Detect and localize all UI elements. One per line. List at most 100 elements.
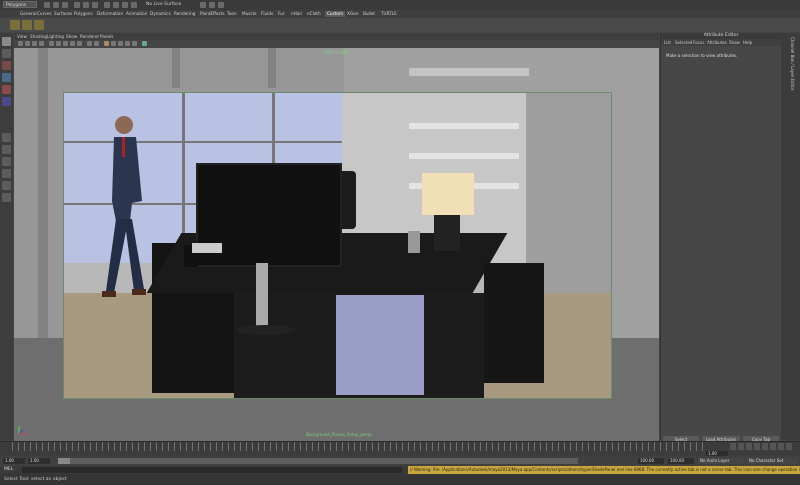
rotate-tool-icon[interactable] (2, 85, 11, 94)
tab-curves[interactable]: Curves (37, 11, 52, 17)
ae-menu-show[interactable]: Show (729, 39, 740, 46)
lasso-tool-icon[interactable] (2, 49, 11, 58)
ae-menu-list[interactable]: List (664, 39, 671, 46)
select-component-icon[interactable] (92, 2, 98, 8)
menu-renderer[interactable]: Renderer (80, 33, 99, 40)
go-to-end-icon[interactable] (786, 443, 792, 450)
command-input[interactable] (22, 467, 402, 473)
outliner-layout-icon[interactable] (2, 169, 11, 178)
snap-plane-icon[interactable] (131, 2, 137, 8)
tab-custom[interactable]: Custom (325, 11, 346, 17)
textured-icon[interactable] (63, 41, 68, 46)
tab-animation[interactable]: Animation (126, 11, 147, 17)
two-pane-layout-icon[interactable] (2, 157, 11, 166)
start-time-field[interactable]: 1.00 (3, 458, 25, 464)
ae-menu-attributes[interactable]: Attributes (707, 39, 727, 46)
single-pane-layout-icon[interactable] (2, 133, 11, 142)
range-slider-handle[interactable] (58, 458, 70, 464)
render-icon[interactable] (200, 2, 206, 8)
tab-general[interactable]: General (20, 11, 37, 17)
time-slider[interactable]: 1.00 (0, 441, 800, 457)
tab-turtle[interactable]: TURTLE (381, 11, 397, 17)
open-scene-icon[interactable] (53, 2, 59, 8)
paint-select-icon[interactable] (2, 61, 11, 70)
tab-fur[interactable]: Fur (278, 11, 285, 17)
tab-painteffects[interactable]: PaintEffects (200, 11, 225, 17)
script-type-toggle[interactable]: MEL (4, 466, 13, 474)
tab-nhair[interactable]: nHair (291, 11, 302, 17)
resolution-gate-icon[interactable] (104, 41, 109, 46)
tab-polygons[interactable]: Polygons (74, 11, 93, 17)
new-scene-icon[interactable] (44, 2, 50, 8)
smooth-shade-icon[interactable] (56, 41, 61, 46)
isolate-select-icon[interactable] (94, 41, 99, 46)
safe-action-icon[interactable] (125, 41, 130, 46)
shadows-icon[interactable] (77, 41, 82, 46)
character-set-dropdown[interactable]: No Character Set (747, 458, 797, 464)
ae-menu-focus[interactable]: Focus (693, 39, 704, 46)
range-slider-bar[interactable] (58, 458, 578, 464)
perspective-viewport[interactable]: 1024 x 1080 Background_Planes_Setup_pers… (14, 48, 659, 441)
xray-icon[interactable] (87, 41, 92, 46)
image-plane-icon[interactable] (32, 41, 37, 46)
field-chart-icon[interactable] (118, 41, 123, 46)
bookmark-icon[interactable] (25, 41, 30, 46)
step-back-key-icon[interactable] (738, 443, 744, 450)
menu-shading[interactable]: Shading (30, 33, 47, 40)
save-scene-icon[interactable] (62, 2, 68, 8)
snap-curve-icon[interactable] (113, 2, 119, 8)
menu-lighting[interactable]: Lighting (47, 33, 64, 40)
go-to-start-icon[interactable] (730, 443, 736, 450)
ipr-render-icon[interactable] (209, 2, 215, 8)
four-pane-layout-icon[interactable] (2, 145, 11, 154)
custom-shelf-tool-1-icon[interactable] (10, 20, 20, 30)
grid-toggle-icon[interactable] (39, 41, 44, 46)
play-forwards-icon[interactable] (762, 443, 768, 450)
move-tool-icon[interactable] (2, 73, 11, 82)
tab-muscle[interactable]: Muscle (242, 11, 257, 17)
snap-point-icon[interactable] (122, 2, 128, 8)
camera-attributes-icon[interactable] (18, 41, 23, 46)
image-plane[interactable] (63, 92, 612, 399)
time-slider-ticks[interactable] (12, 442, 704, 451)
step-forward-key-icon[interactable] (778, 443, 784, 450)
play-backwards-icon[interactable] (754, 443, 760, 450)
tab-fluids[interactable]: Fluids (261, 11, 273, 17)
tab-xgen[interactable]: XGen (347, 11, 358, 17)
live-surface-field[interactable]: No Live Surface (146, 1, 194, 8)
graph-editor-layout-icon[interactable] (2, 181, 11, 190)
tab-toon[interactable]: Toon (227, 11, 237, 17)
wireframe-icon[interactable] (49, 41, 54, 46)
menu-set-dropdown[interactable]: Polygons (3, 1, 37, 8)
custom-shelf-tool-2-icon[interactable] (22, 20, 32, 30)
playback-start-field[interactable]: 1.00 (28, 458, 50, 464)
tab-ncloth[interactable]: nCloth (307, 11, 321, 17)
tab-rendering[interactable]: Rendering (174, 11, 195, 17)
playback-end-field[interactable]: 100.00 (638, 458, 664, 464)
ae-menu-help[interactable]: Help (743, 39, 752, 46)
select-object-icon[interactable] (83, 2, 89, 8)
lights-icon[interactable] (70, 41, 75, 46)
hud-icon[interactable] (142, 41, 147, 46)
step-back-frame-icon[interactable] (746, 443, 752, 450)
tab-bullet[interactable]: Bullet (363, 11, 375, 17)
hypershade-layout-icon[interactable] (2, 193, 11, 202)
select-hierarchy-icon[interactable] (74, 2, 80, 8)
tab-surfaces[interactable]: Surfaces (54, 11, 72, 17)
menu-show[interactable]: Show (66, 33, 77, 40)
select-tool-icon[interactable] (2, 37, 11, 46)
menu-panels[interactable]: Panels (100, 33, 113, 40)
scale-tool-icon[interactable] (2, 97, 11, 106)
render-settings-icon[interactable] (218, 2, 224, 8)
step-forward-frame-icon[interactable] (770, 443, 776, 450)
end-time-field[interactable]: 100.00 (668, 458, 694, 464)
gate-mask-icon[interactable] (111, 41, 116, 46)
ae-menu-selected[interactable]: Selected (675, 39, 692, 46)
custom-shelf-tool-3-icon[interactable] (34, 20, 44, 30)
anim-layer-dropdown[interactable]: No Anim Layer (698, 458, 744, 464)
menu-view[interactable]: View (17, 33, 27, 40)
tab-deformation[interactable]: Deformation (97, 11, 123, 17)
safe-title-icon[interactable] (132, 41, 137, 46)
snap-grid-icon[interactable] (104, 2, 110, 8)
channel-box-tab[interactable]: Channel Box / Layer Editor (785, 37, 795, 90)
